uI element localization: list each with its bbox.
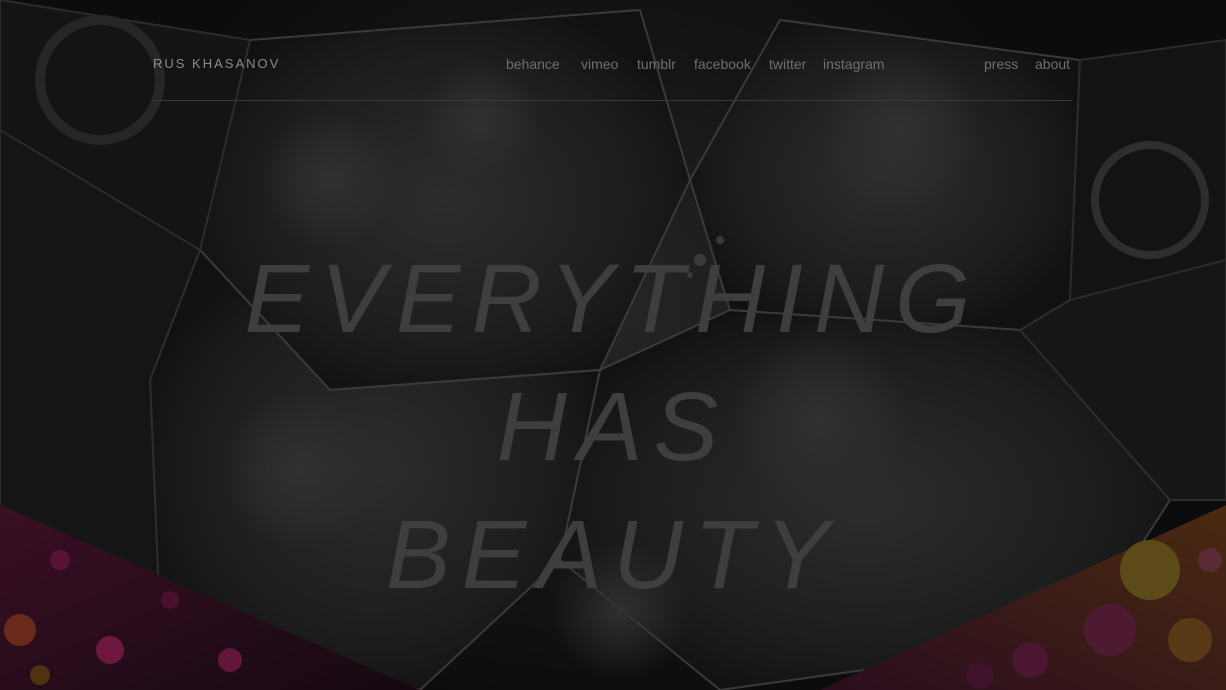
site-header: RUS KHASANOV behance vimeo tumblr facebo…	[153, 0, 1073, 101]
headline-line-3: BEAUTY	[385, 499, 841, 609]
nav-link-facebook[interactable]: facebook	[694, 56, 751, 72]
nav-link-tumblr[interactable]: tumblr	[637, 56, 676, 72]
headline-line-1: EVERYTHING	[244, 243, 982, 353]
nav-link-twitter[interactable]: twitter	[769, 56, 806, 72]
nav-link-press[interactable]: press	[984, 56, 1018, 72]
nav-link-instagram[interactable]: instagram	[823, 56, 884, 72]
headline-line-2: HAS	[496, 371, 730, 481]
page: RUS KHASANOV behance vimeo tumblr facebo…	[0, 0, 1226, 690]
nav-link-vimeo[interactable]: vimeo	[581, 56, 618, 72]
site-title-link[interactable]: RUS KHASANOV	[153, 56, 280, 71]
nav-link-about[interactable]: about	[1035, 56, 1070, 72]
hero-headline: EVERYTHING HAS BEAUTY	[0, 235, 1226, 619]
nav-link-behance[interactable]: behance	[506, 56, 560, 72]
